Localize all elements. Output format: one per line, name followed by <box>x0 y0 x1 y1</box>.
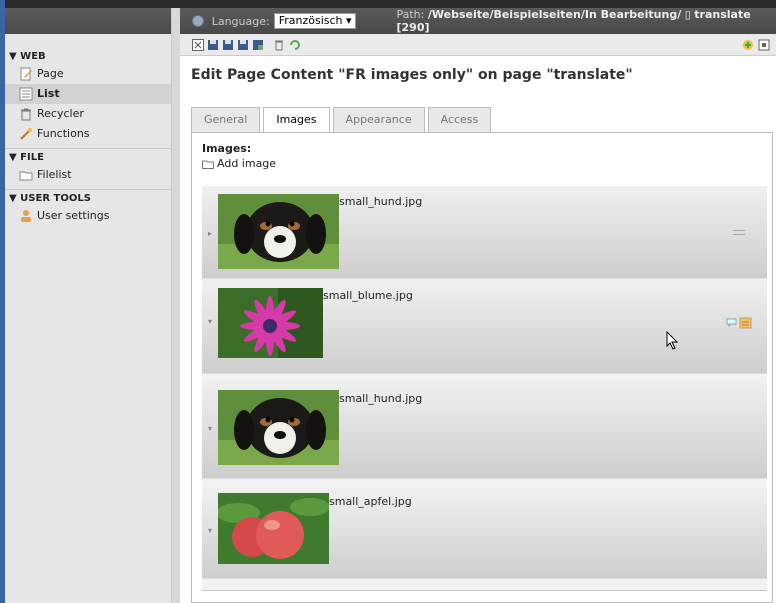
user-icon <box>21 210 31 222</box>
image-filename: small_hund.jpg <box>339 195 423 208</box>
module-filelist[interactable]: Filelist <box>5 165 171 185</box>
language-select[interactable]: Französisch ▾ <box>273 13 357 29</box>
collapse-caret-icon[interactable]: ▾ <box>208 317 212 326</box>
module-label: Page <box>37 67 64 80</box>
section-title-web[interactable]: ▼ WEB <box>5 50 171 64</box>
wand-icon <box>20 128 32 140</box>
image-filename: small_blume.jpg <box>323 289 413 302</box>
section-user-tools: ▼ USER TOOLS User settings <box>5 189 171 226</box>
image-filename: small_hund.jpg <box>339 392 423 405</box>
doc-toolbar <box>180 34 776 56</box>
row-footer <box>202 578 767 590</box>
list-icon <box>19 87 33 101</box>
module-label: Functions <box>37 127 90 140</box>
save-new-icon[interactable] <box>237 39 249 51</box>
module-label: Filelist <box>37 168 72 181</box>
save-close-icon[interactable] <box>252 39 264 51</box>
path-label: Path: <box>396 8 425 21</box>
undo-icon[interactable] <box>288 39 300 51</box>
doc-header-top: Language: Französisch ▾ Path: /Webseite/… <box>180 8 776 34</box>
drag-handle-icon[interactable] <box>733 230 745 238</box>
module-label: User settings <box>37 209 110 222</box>
tab-bar: General Images Appearance Access <box>191 107 492 133</box>
section-web: ▼ WEB Page List Recycler Functions <box>5 34 171 144</box>
tab-images[interactable]: Images <box>263 107 330 133</box>
page-edit-icon <box>20 67 32 81</box>
image-thumbnail-dog[interactable] <box>218 194 339 269</box>
image-row: ▸ small_hund.jpg <box>202 186 767 290</box>
images-label: Images: <box>202 142 252 155</box>
path-display: Path: /Webseite/Beispielseiten/In Bearbe… <box>396 8 776 34</box>
edit-icon[interactable] <box>739 317 752 329</box>
tab-general[interactable]: General <box>191 107 261 132</box>
mouse-pointer-icon <box>666 331 679 350</box>
tab-access[interactable]: Access <box>427 107 492 132</box>
image-thumbnail-dog[interactable] <box>218 390 339 465</box>
module-recycler[interactable]: Recycler <box>5 104 171 124</box>
module-label: List <box>37 87 60 100</box>
doc-header: Language: Französisch ▾ Path: /Webseite/… <box>180 8 776 56</box>
folder-icon <box>202 160 214 169</box>
section-file: ▼ FILE Filelist <box>5 148 171 185</box>
comment-icon[interactable] <box>726 317 737 328</box>
globe-icon <box>192 15 204 27</box>
language-value: Französisch <box>278 14 343 27</box>
section-title-file[interactable]: ▼ FILE <box>5 151 171 165</box>
module-functions[interactable]: Functions <box>5 124 171 144</box>
chevron-down-icon: ▾ <box>345 14 352 27</box>
module-label: Recycler <box>37 107 84 120</box>
module-menu: ▼ WEB Page List Recycler Functions ▼ FIL… <box>5 8 172 603</box>
doc-toolbar-right <box>742 39 770 51</box>
section-title-user-tools[interactable]: ▼ USER TOOLS <box>5 192 171 206</box>
image-row: ▾ small_blume.jpg <box>202 280 767 385</box>
add-image-label: Add image <box>217 157 277 170</box>
add-image-link[interactable]: Add image <box>202 157 276 170</box>
recycler-icon <box>21 108 31 121</box>
image-row: ▾ small_apfel.jpg <box>202 488 767 591</box>
path-value: /Webseite/Beispielseiten/In Bearbeitung/ <box>427 8 682 21</box>
row-icons <box>726 317 752 329</box>
image-row: ▾ small_hund.jpg <box>202 380 767 491</box>
collapse-caret-icon[interactable]: ▾ <box>208 526 212 535</box>
sidebar-header <box>5 8 171 34</box>
image-thumbnail-flower[interactable] <box>218 288 323 358</box>
page-file-icon: ▯ <box>684 8 691 21</box>
save-view-icon[interactable] <box>222 39 234 51</box>
collapse-caret-icon[interactable]: ▾ <box>208 424 212 433</box>
tab-appearance[interactable]: Appearance <box>332 107 425 132</box>
open-new-window-icon[interactable] <box>758 39 770 51</box>
content-area: Edit Page Content "FR images only" on pa… <box>180 56 776 603</box>
images-panel: Images: Add image ▸ small_hund.jpg ▾ sma… <box>191 132 773 603</box>
module-user-settings[interactable]: User settings <box>5 206 171 226</box>
save-icon[interactable] <box>207 39 219 51</box>
shortcut-icon[interactable] <box>742 39 754 51</box>
top-strip <box>0 0 776 8</box>
page-title: Edit Page Content "FR images only" on pa… <box>191 67 633 83</box>
language-label: Language: <box>211 14 270 28</box>
sidebar-scrollbar[interactable] <box>172 8 180 603</box>
close-icon[interactable] <box>192 38 204 51</box>
image-thumbnail-apple[interactable] <box>218 493 329 564</box>
image-filename: small_apfel.jpg <box>329 495 412 508</box>
folder-icon <box>19 171 33 181</box>
module-list[interactable]: List <box>5 84 171 104</box>
module-page[interactable]: Page <box>5 64 171 84</box>
expand-caret-icon[interactable]: ▸ <box>208 229 212 238</box>
delete-icon[interactable] <box>273 39 285 51</box>
